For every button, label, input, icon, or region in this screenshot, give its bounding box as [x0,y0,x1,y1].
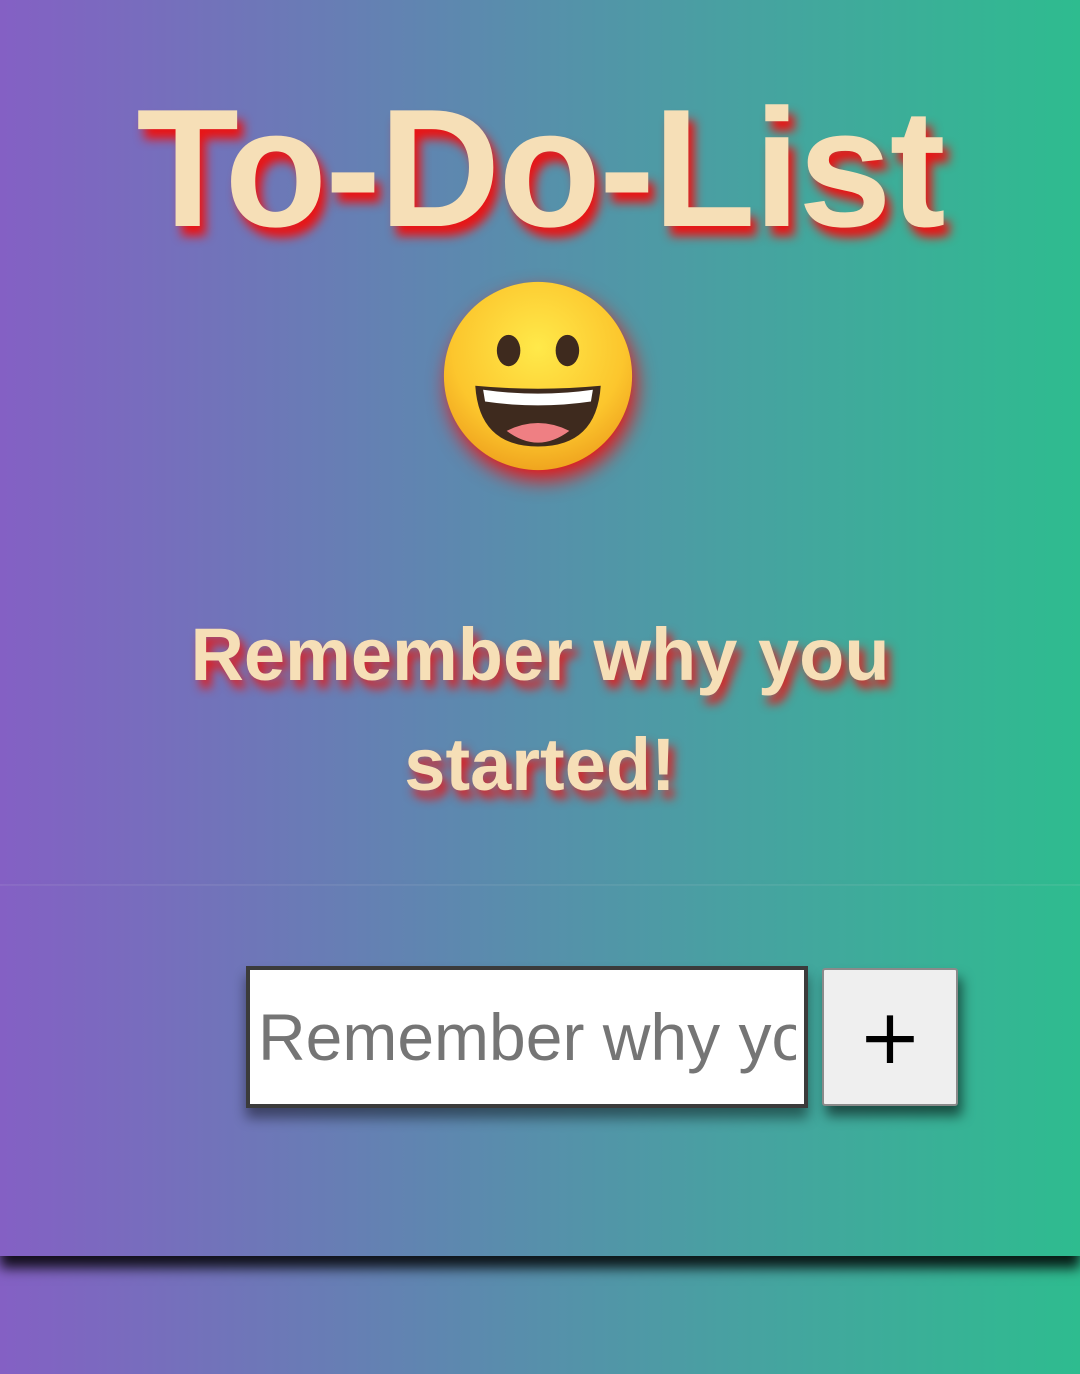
page-title: To-Do-List [136,74,945,262]
grinning-face-svg [443,281,633,471]
grinning-face-icon [440,278,636,474]
add-todo-button[interactable]: + [822,968,958,1106]
page-header: To-Do-List Remember why you started! [0,0,1080,884]
todo-input[interactable] [246,966,808,1108]
tagline: Remember why you started! [190,613,890,806]
